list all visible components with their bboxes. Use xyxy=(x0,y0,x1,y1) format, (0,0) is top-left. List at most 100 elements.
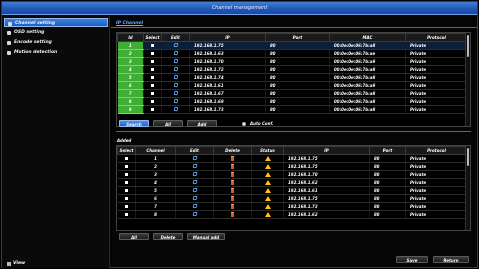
edit-icon[interactable] xyxy=(173,67,178,71)
checkbox[interactable] xyxy=(151,52,154,55)
select-cell xyxy=(117,202,136,211)
checkbox[interactable] xyxy=(151,100,154,103)
table-row[interactable]: 4 192.168.1.72 80 00:0e:0e:06:7b:a8 Private xyxy=(117,65,468,74)
column-header[interactable]: MAC xyxy=(329,33,406,42)
view-button[interactable]: View xyxy=(4,260,108,268)
search-button[interactable]: Search xyxy=(119,120,149,127)
sidebar-item-encode-setting[interactable]: Encode setting xyxy=(4,38,108,47)
edit-icon[interactable] xyxy=(173,107,178,111)
manual-add-button[interactable]: Manual add xyxy=(187,233,225,240)
column-header[interactable]: Delete xyxy=(213,146,252,155)
sidebar-item-motion-detection[interactable]: Motion detection xyxy=(4,48,108,57)
trash-icon[interactable] xyxy=(231,187,234,193)
table-row[interactable]: 4 192.168.1.62 80 Private xyxy=(117,178,468,187)
edit-icon[interactable] xyxy=(192,164,197,168)
checkbox[interactable] xyxy=(124,157,128,160)
table-row[interactable]: 2 192.168.1.75 80 Private xyxy=(117,162,468,171)
column-header[interactable]: Select xyxy=(143,33,162,42)
trash-icon[interactable] xyxy=(231,203,234,209)
table-row[interactable]: 8 192.168.1.69 80 00:0e:0e:06:7b:a8 Private xyxy=(117,97,468,106)
checkbox[interactable] xyxy=(124,181,128,184)
return-button[interactable]: Return xyxy=(433,256,469,263)
scroll-thumb[interactable] xyxy=(467,148,469,166)
checkbox[interactable] xyxy=(124,197,128,200)
table-row[interactable]: 3 192.168.1.70 80 00:0e:0e:06:7b:a9 Private xyxy=(117,57,468,66)
select-all-added-button[interactable]: All xyxy=(119,233,149,240)
checkbox[interactable] xyxy=(151,84,154,87)
channel-cell: 3 xyxy=(135,170,176,179)
column-header[interactable]: IP xyxy=(283,146,370,155)
sidebar-item-osd-setting[interactable]: OSD setting xyxy=(4,28,108,37)
scroll-thumb[interactable] xyxy=(467,35,469,57)
edit-icon[interactable] xyxy=(192,204,197,208)
column-header[interactable]: IP xyxy=(189,33,266,42)
select-cell xyxy=(143,49,162,58)
select-cell xyxy=(117,170,136,179)
trash-icon[interactable] xyxy=(231,171,234,177)
trash-icon[interactable] xyxy=(231,195,234,201)
table-row[interactable]: 6 192.168.1.61 80 00:0e:0e:06:7b:a9 Private xyxy=(117,81,468,90)
column-header[interactable]: Port xyxy=(265,33,330,42)
table-row[interactable]: 1 192.168.1.75 80 Private xyxy=(117,154,468,163)
trash-icon[interactable] xyxy=(231,211,234,217)
table-row[interactable]: 5 192.168.1.61 80 Private xyxy=(117,186,468,195)
column-header[interactable]: Port xyxy=(369,146,406,155)
ip-cell: 192.168.1.75 xyxy=(283,154,370,163)
table-row[interactable]: 1 192.168.1.75 80 00:0e:0e:06:7b:a8 Private xyxy=(117,41,468,50)
delete-button[interactable]: Delete xyxy=(153,233,183,240)
edit-icon[interactable] xyxy=(192,196,197,200)
select-all-button[interactable]: All xyxy=(153,120,183,127)
sidebar-item-channel-setting[interactable]: Channel setting xyxy=(4,18,108,27)
edit-icon[interactable] xyxy=(173,51,178,55)
edit-icon[interactable] xyxy=(192,180,197,184)
column-header[interactable]: Edit xyxy=(161,33,190,42)
table-row[interactable]: 7 192.168.1.73 80 Private xyxy=(117,202,468,211)
auto-conf-radio[interactable] xyxy=(242,121,246,126)
table-row[interactable]: 6 192.168.1.75 80 Private xyxy=(117,194,468,203)
trash-icon[interactable] xyxy=(231,179,234,185)
added-table-scrollbar[interactable] xyxy=(465,146,470,230)
column-header[interactable]: Protocol xyxy=(405,146,468,155)
table-row[interactable]: 9 192.168.1.73 80 00:0e:0e:06:7b:a8 Private xyxy=(117,105,468,114)
checkbox[interactable] xyxy=(151,76,154,79)
table-row[interactable]: 2 192.168.1.63 80 00:0e:0e:06:7b:ae Private xyxy=(117,49,468,58)
edit-icon[interactable] xyxy=(173,59,178,63)
checkbox[interactable] xyxy=(151,60,154,63)
edit-icon[interactable] xyxy=(173,91,178,95)
trash-icon[interactable] xyxy=(231,155,234,161)
checkbox[interactable] xyxy=(124,205,128,208)
edit-cell xyxy=(175,210,214,219)
edit-icon[interactable] xyxy=(173,83,178,87)
table-row[interactable]: 7 192.168.1.67 80 00:0e:0e:06:7b:a8 Private xyxy=(117,89,468,98)
add-button[interactable]: Add xyxy=(187,120,217,127)
edit-icon[interactable] xyxy=(192,156,197,160)
trash-icon[interactable] xyxy=(231,163,234,169)
edit-icon[interactable] xyxy=(192,188,197,192)
edit-icon[interactable] xyxy=(192,212,197,216)
checkbox[interactable] xyxy=(124,213,128,216)
table-row[interactable]: 8 192.168.1.62 80 Private xyxy=(117,210,468,219)
save-button[interactable]: Save xyxy=(396,256,428,263)
column-header[interactable]: Status xyxy=(251,146,284,155)
edit-icon[interactable] xyxy=(173,75,178,79)
edit-icon[interactable] xyxy=(192,172,197,176)
column-header[interactable]: Id xyxy=(117,33,144,42)
checkbox[interactable] xyxy=(151,108,154,111)
column-header[interactable]: Protocol xyxy=(405,33,468,42)
ip-cell: 192.168.1.61 xyxy=(283,186,370,195)
edit-icon[interactable] xyxy=(173,99,178,103)
checkbox[interactable] xyxy=(124,173,128,176)
checkbox[interactable] xyxy=(124,189,128,192)
search-table-scrollbar[interactable] xyxy=(465,33,470,126)
tab-ip-channel[interactable]: IP Channel xyxy=(113,19,146,28)
table-row[interactable]: 5 192.168.1.74 80 00:0e:0e:06:7b:a8 Private xyxy=(117,73,468,82)
checkbox[interactable] xyxy=(151,68,154,71)
checkbox[interactable] xyxy=(124,165,128,168)
checkbox[interactable] xyxy=(151,44,154,47)
table-row[interactable]: 3 192.168.1.70 80 Private xyxy=(117,170,468,179)
column-header[interactable]: Edit xyxy=(175,146,214,155)
column-header[interactable]: Channel xyxy=(135,146,176,155)
checkbox[interactable] xyxy=(151,92,154,95)
edit-icon[interactable] xyxy=(173,43,178,47)
column-header[interactable]: Select xyxy=(117,146,136,155)
